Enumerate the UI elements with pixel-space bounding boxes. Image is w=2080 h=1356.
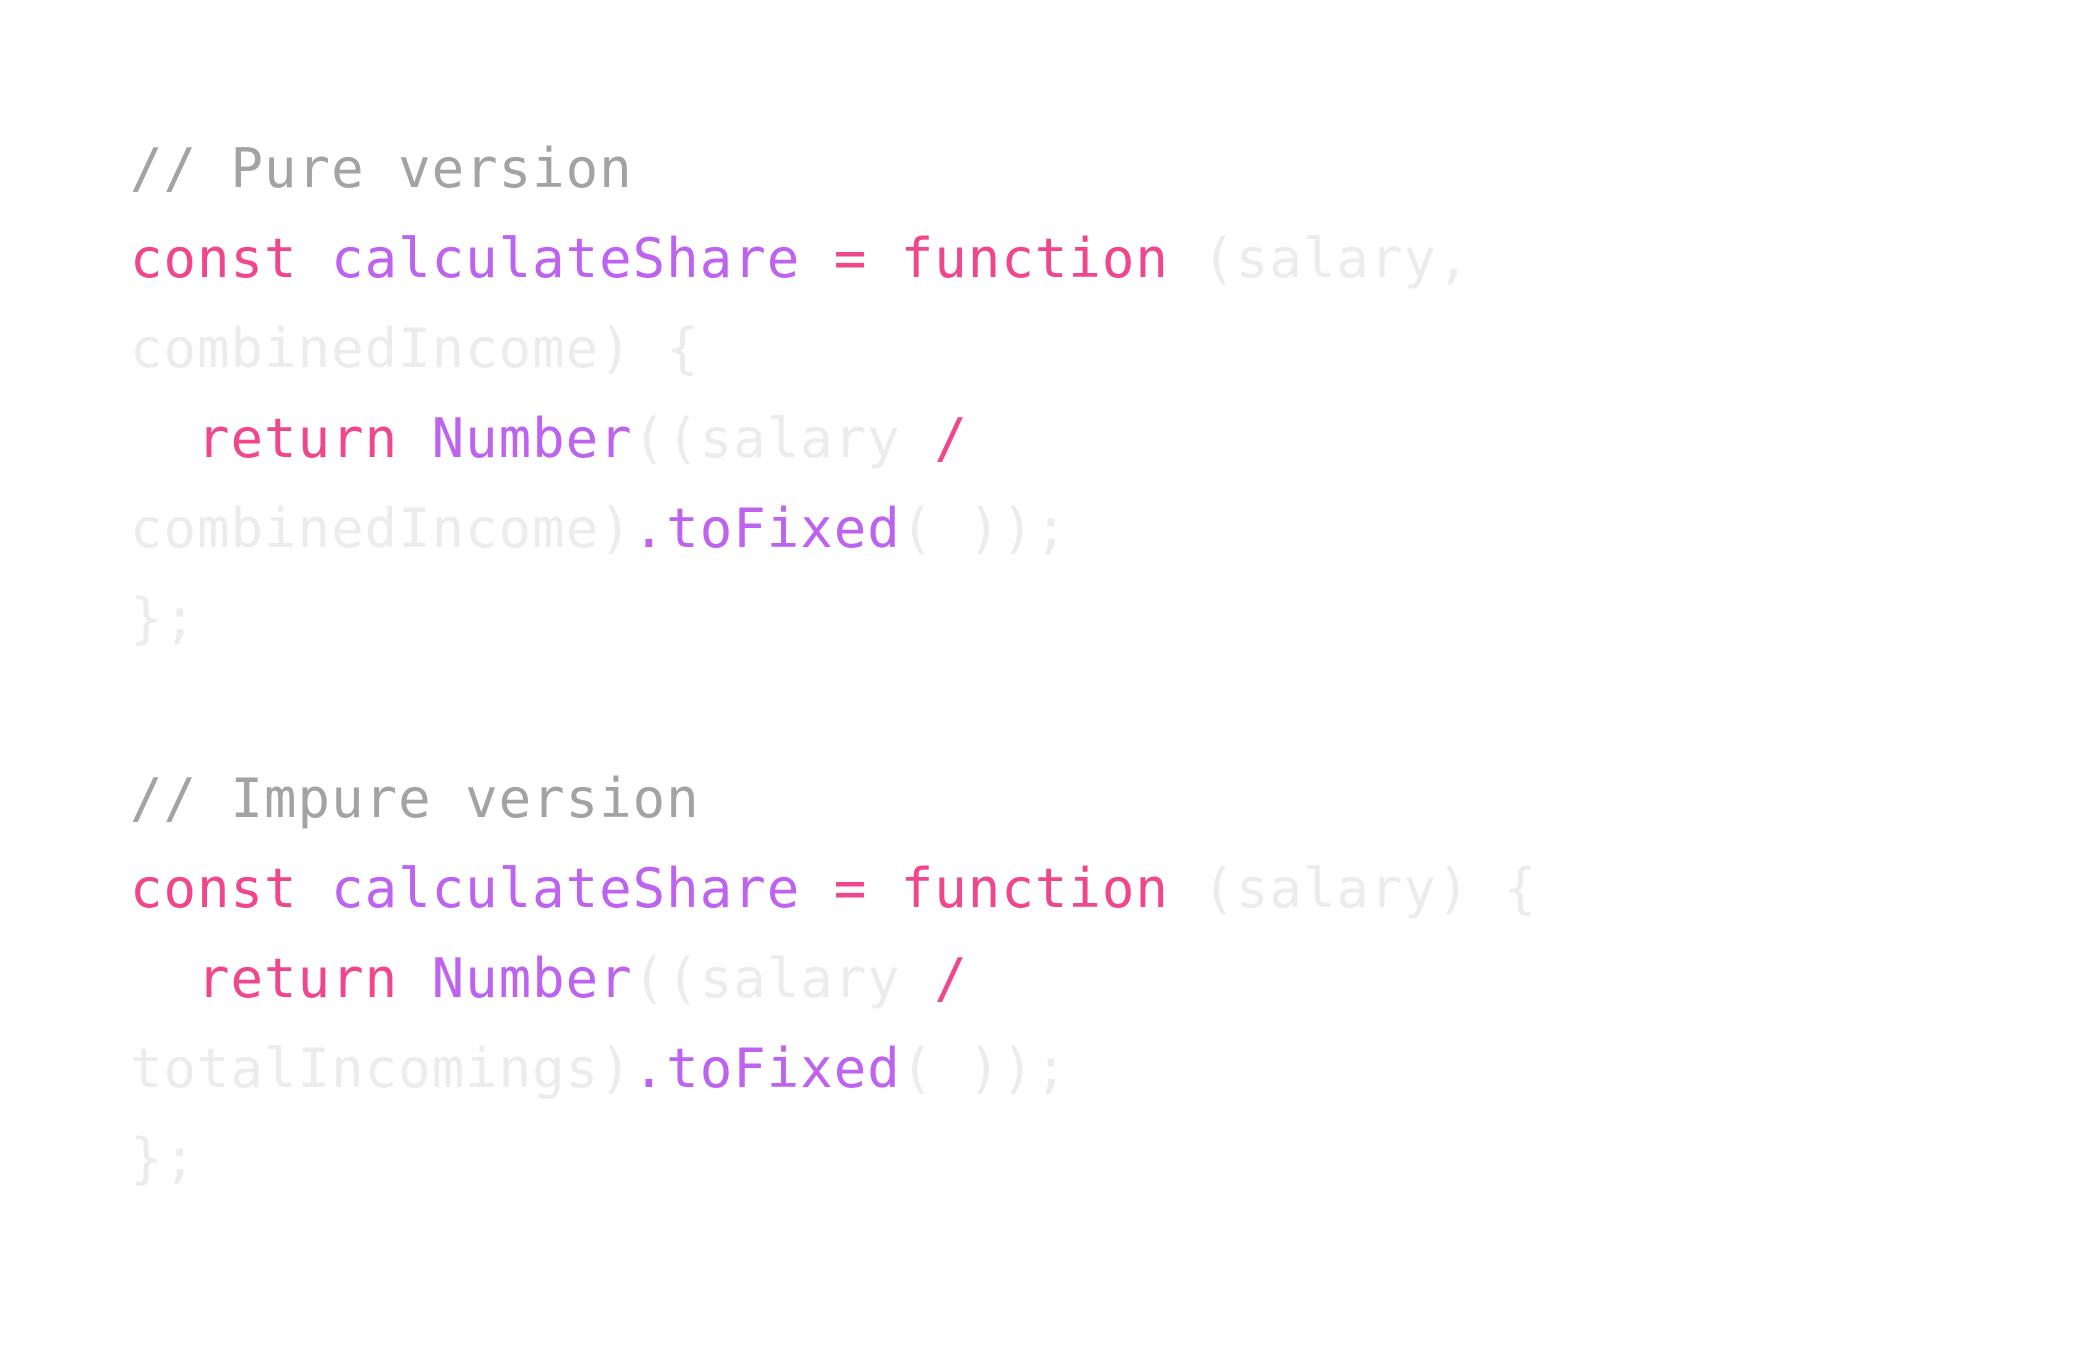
- closing-brace: };: [130, 1127, 198, 1190]
- function-keyword: function: [900, 227, 1169, 290]
- pure-params-continuation-line: combinedIncome) {: [130, 304, 1538, 394]
- return-args: ((salary: [632, 947, 901, 1010]
- const-keyword: const: [130, 857, 298, 920]
- call-tail: ( ));: [900, 1037, 1069, 1100]
- function-keyword: function: [900, 857, 1169, 920]
- assign-operator: =: [833, 857, 868, 920]
- divide-operator: /: [934, 947, 968, 1010]
- return-keyword: return: [197, 407, 399, 470]
- call-tail: ( ));: [900, 497, 1069, 560]
- pure-comment-line: // Pure version: [130, 124, 1538, 214]
- comment: // Pure version: [130, 137, 633, 200]
- function-name: calculateShare: [331, 227, 801, 290]
- impure-return-line: return Number((salary /: [130, 934, 1538, 1024]
- params-continuation: combinedIncome) {: [130, 317, 700, 380]
- return-args: ((salary: [632, 407, 901, 470]
- params: (salary,: [1202, 227, 1471, 290]
- comment: // Impure version: [130, 767, 700, 830]
- pure-closing-line: };: [130, 574, 1538, 664]
- divisor-arg: combinedIncome): [130, 497, 633, 560]
- assign-operator: =: [833, 227, 868, 290]
- pure-tofixed-line: combinedIncome).toFixed( ));: [130, 484, 1538, 574]
- impure-tofixed-line: totalIncomings).toFixed( ));: [130, 1024, 1538, 1114]
- number-call: Number: [431, 407, 633, 470]
- pure-return-line: return Number((salary /: [130, 394, 1538, 484]
- pure-declaration-line: const calculateShare = function (salary,: [130, 214, 1538, 304]
- impure-declaration-line: const calculateShare = function (salary)…: [130, 844, 1538, 934]
- number-call: Number: [431, 947, 633, 1010]
- return-keyword: return: [197, 947, 399, 1010]
- closing-brace: };: [130, 587, 198, 650]
- page: { "colors": { "keyword": "#f0468c", "fun…: [0, 0, 2080, 1356]
- divisor-arg: totalIncomings): [130, 1037, 633, 1100]
- impure-comment-line: // Impure version: [130, 754, 1538, 844]
- divide-operator: /: [934, 407, 968, 470]
- function-name: calculateShare: [331, 857, 801, 920]
- params: (salary) {: [1202, 857, 1538, 920]
- code-block: // Pure version const calculateShare = f…: [130, 124, 1538, 1204]
- tofixed-method: .toFixed: [632, 497, 901, 560]
- tofixed-method: .toFixed: [632, 1037, 901, 1100]
- impure-closing-line: };: [130, 1114, 1538, 1204]
- const-keyword: const: [130, 227, 298, 290]
